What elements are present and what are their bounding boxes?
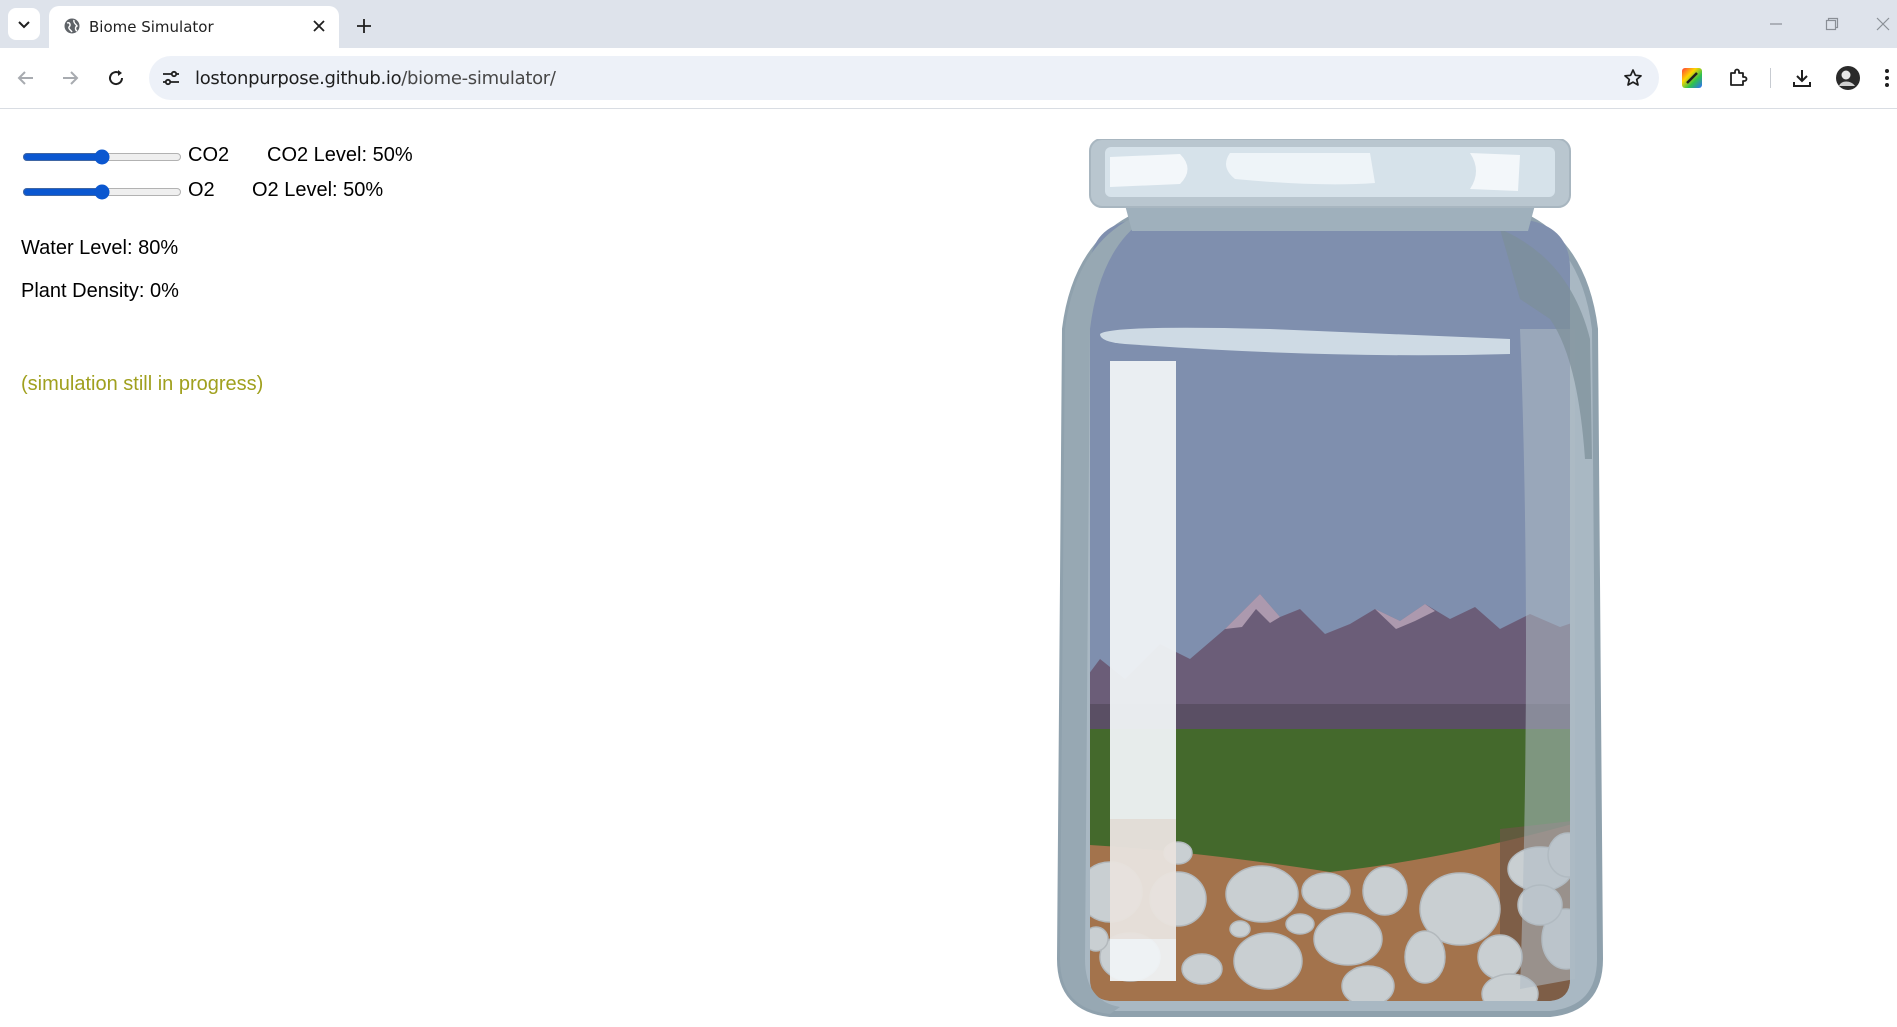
color-extension-icon — [1682, 68, 1702, 88]
window-close-button[interactable] — [1868, 8, 1897, 40]
reload-icon — [109, 70, 124, 86]
page-content: CO2 CO2 Level: 50% O2 O2 Level: 50% Wate… — [0, 109, 1897, 1027]
more-menu-button[interactable] — [1876, 62, 1897, 94]
downloads-button[interactable] — [1786, 62, 1818, 94]
o2-level-text: O2 Level: 50% — [252, 179, 384, 201]
forward-button[interactable] — [54, 62, 86, 94]
bookmark-button[interactable] — [1621, 66, 1645, 90]
biome-jar-illustration — [1056, 139, 1604, 1017]
simulation-status-note: (simulation still in progress) — [21, 373, 264, 395]
extensions-button[interactable] — [1722, 62, 1754, 94]
site-info-button[interactable] — [159, 66, 183, 90]
restore-icon — [1825, 17, 1839, 31]
back-button[interactable] — [10, 62, 42, 94]
plus-icon — [357, 19, 371, 33]
puzzle-icon — [1730, 68, 1748, 86]
water-level-text: Water Level: 80% — [21, 237, 179, 259]
back-arrow-icon — [17, 71, 33, 85]
window-close-icon — [1876, 17, 1889, 31]
url-path: /biome-simulator/ — [401, 68, 556, 89]
o2-slider-label: O2 — [188, 179, 215, 201]
toolbar-divider — [1770, 68, 1771, 88]
profile-avatar-icon — [1836, 66, 1860, 90]
browser-toolbar: lostonpurpose.github.io/biome-simulator/ — [0, 48, 1897, 109]
new-tab-button[interactable] — [350, 12, 378, 40]
close-icon — [313, 20, 325, 32]
tab-strip: Biome Simulator — [0, 0, 1897, 48]
tab-list-button[interactable] — [8, 8, 40, 40]
address-bar[interactable]: lostonpurpose.github.io/biome-simulator/ — [149, 56, 1659, 100]
reload-button[interactable] — [100, 62, 132, 94]
minimize-button[interactable] — [1756, 8, 1796, 40]
star-icon — [1624, 69, 1642, 86]
url-host: lostonpurpose.github.io — [195, 68, 402, 89]
site-info-icon — [163, 70, 179, 86]
color-extension-button[interactable] — [1676, 62, 1708, 94]
download-icon — [1793, 70, 1811, 87]
restore-button[interactable] — [1812, 8, 1852, 40]
profile-button[interactable] — [1832, 62, 1864, 94]
tab-title: Biome Simulator — [89, 18, 214, 36]
forward-arrow-icon — [63, 71, 79, 85]
co2-slider-label: CO2 — [188, 144, 230, 166]
globe-icon — [64, 18, 80, 34]
tab-close-button[interactable] — [309, 16, 329, 36]
minimize-icon — [1770, 23, 1782, 25]
tab-list-icon — [18, 21, 30, 29]
plant-density-text: Plant Density: 0% — [21, 280, 179, 302]
co2-slider[interactable] — [22, 147, 182, 167]
more-icon — [1884, 69, 1889, 87]
co2-level-text: CO2 Level: 50% — [267, 144, 413, 166]
browser-tab-active[interactable]: Biome Simulator — [49, 6, 339, 48]
url-text[interactable]: lostonpurpose.github.io/biome-simulator/ — [195, 68, 556, 89]
o2-slider[interactable] — [22, 182, 182, 202]
